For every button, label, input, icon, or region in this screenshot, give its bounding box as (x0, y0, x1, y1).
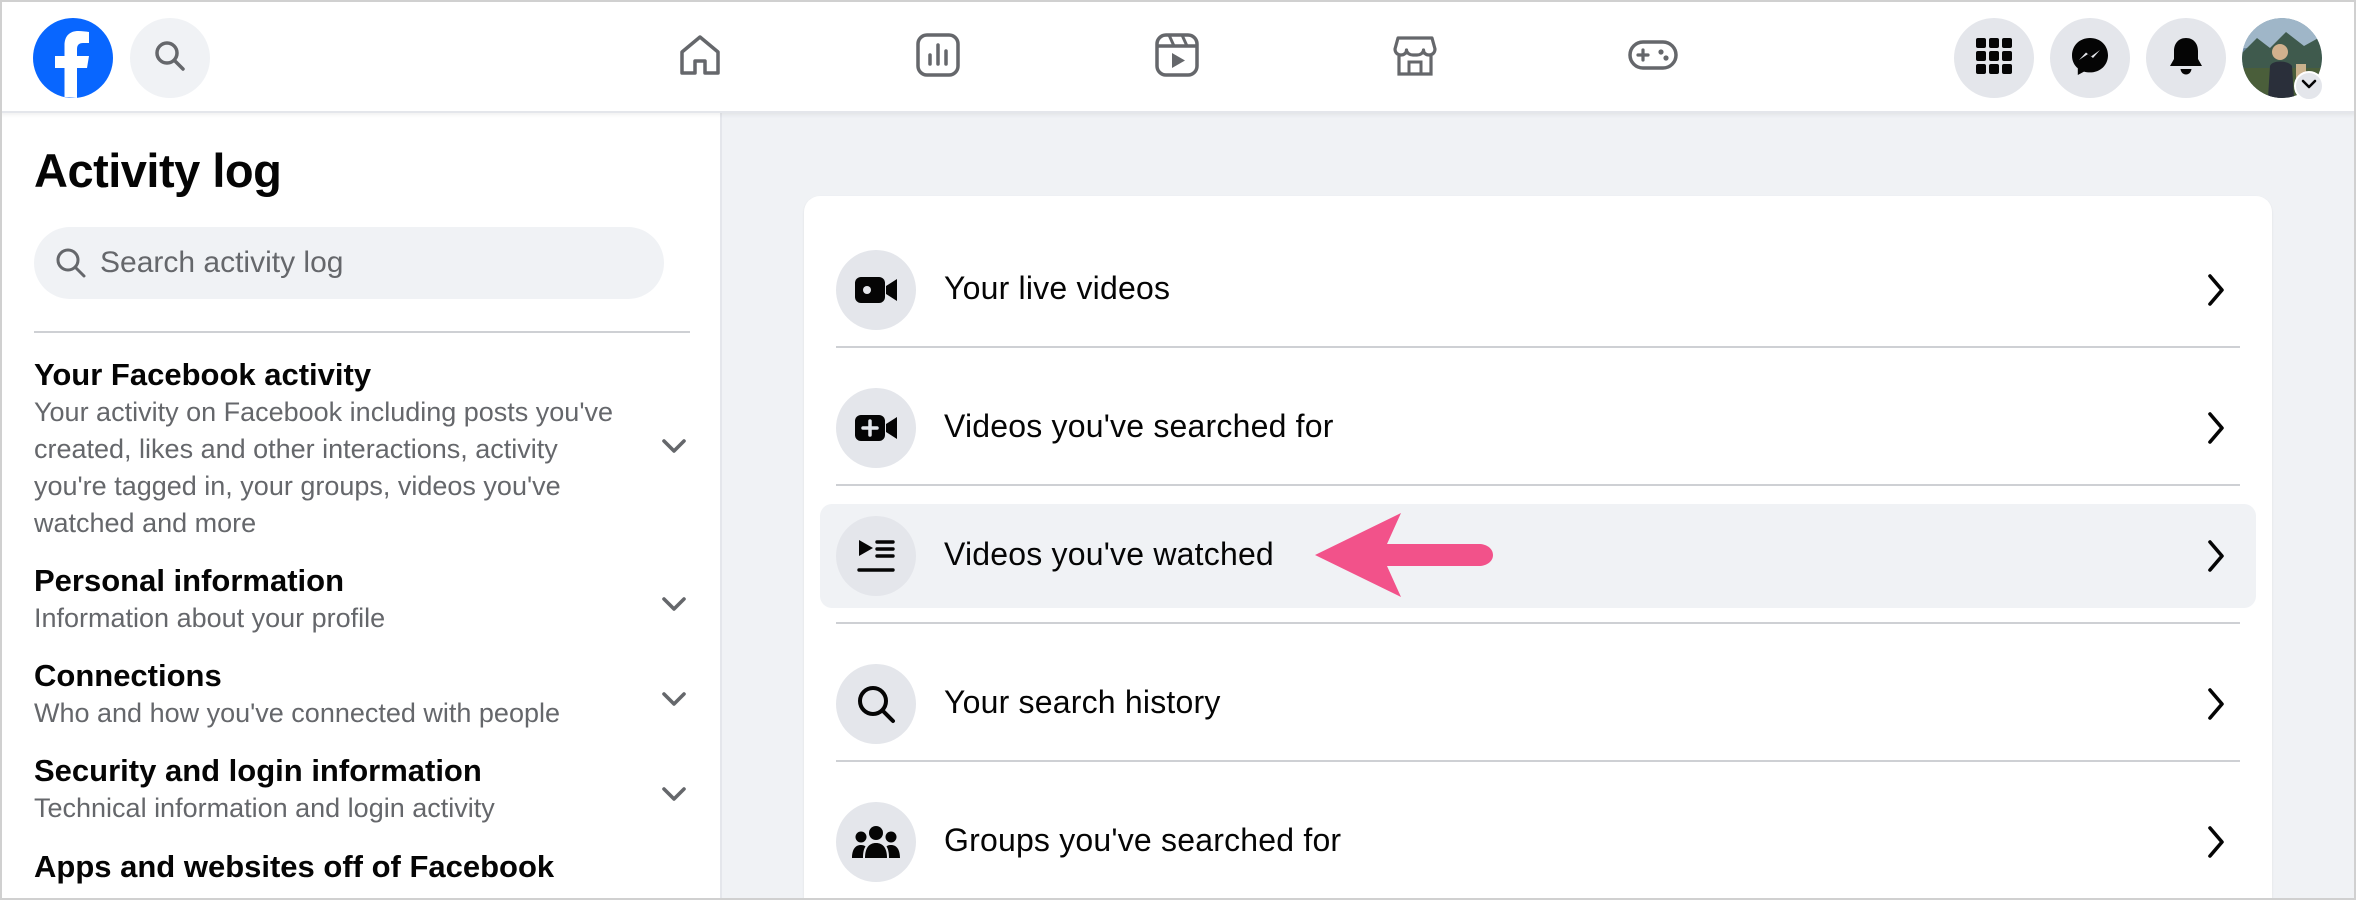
list-item-groups-searched[interactable]: Groups you've searched for (820, 790, 2256, 894)
chevron-down-icon (2301, 77, 2317, 95)
nav-feeds-button[interactable] (908, 27, 968, 87)
list-item-label: Your search history (944, 684, 1221, 720)
chevron-down-icon[interactable] (654, 774, 694, 814)
annotation-arrow-icon (1313, 510, 1495, 600)
live-video-camera-icon (836, 250, 916, 330)
divider (836, 484, 2240, 486)
section-title: Apps and websites off of Facebook (34, 849, 555, 884)
section-description: Technical information and login activity (34, 793, 495, 823)
section-title: Security and login information (34, 753, 482, 788)
section-your-facebook-activity[interactable]: Your Facebook activity Your activity on … (34, 356, 694, 542)
top-navigation-bar (0, 0, 2356, 113)
section-title: Your Facebook activity (34, 357, 372, 392)
account-menu-caret[interactable] (2294, 71, 2324, 101)
section-title: Connections (34, 658, 222, 693)
search-button[interactable] (130, 18, 210, 98)
section-description: Who and how you've connected with people (34, 698, 560, 728)
chevron-down-icon[interactable] (654, 426, 694, 466)
chevron-right-icon (2196, 534, 2236, 578)
section-apps-and-websites[interactable]: Apps and websites off of Facebook (34, 848, 694, 886)
video-icon (1152, 30, 1202, 85)
divider (836, 760, 2240, 762)
nav-video-button[interactable] (1147, 27, 1207, 87)
list-item-videos-searched[interactable]: Videos you've searched for (820, 376, 2256, 480)
feeds-chart-icon (913, 30, 963, 85)
list-item-label: Videos you've watched (944, 536, 1274, 572)
page-title: Activity log (34, 144, 282, 197)
groups-icon (836, 802, 916, 882)
nav-gaming-button[interactable] (1623, 27, 1683, 87)
chevron-down-icon[interactable] (654, 679, 694, 719)
list-item-videos-watched[interactable]: Videos you've watched (820, 504, 2256, 608)
menu-grid-icon (1974, 36, 2014, 81)
chevron-right-icon (2196, 406, 2236, 450)
list-item-label: Your live videos (944, 270, 1171, 306)
divider (836, 346, 2240, 348)
search-icon (836, 664, 916, 744)
section-description: Your activity on Facebook including post… (34, 397, 613, 538)
messenger-button[interactable] (2050, 18, 2130, 98)
divider (34, 331, 690, 333)
search-icon (153, 39, 187, 78)
nav-marketplace-button[interactable] (1385, 27, 1445, 87)
notifications-bell-icon (2166, 35, 2206, 82)
chevron-down-icon[interactable] (654, 584, 694, 624)
watched-videos-list-icon (836, 516, 916, 596)
chevron-right-icon (2196, 268, 2236, 312)
list-item-search-history[interactable]: Your search history (820, 652, 2256, 756)
nav-home-button[interactable] (670, 27, 730, 87)
home-icon (675, 30, 725, 85)
marketplace-store-icon (1390, 30, 1440, 85)
section-connections[interactable]: Connections Who and how you've connected… (34, 657, 694, 732)
activity-search-box[interactable] (34, 227, 664, 299)
gaming-controller-icon (1626, 30, 1680, 85)
chevron-right-icon (2196, 820, 2236, 864)
section-title: Personal information (34, 563, 345, 598)
notifications-button[interactable] (2146, 18, 2226, 98)
video-search-plus-icon (836, 388, 916, 468)
facebook-logo-icon[interactable] (33, 18, 113, 98)
list-item-your-live-videos[interactable]: Your live videos (820, 238, 2256, 342)
search-activity-input[interactable] (100, 246, 640, 280)
section-description: Information about your profile (34, 603, 386, 633)
section-personal-information[interactable]: Personal information Information about y… (34, 562, 694, 637)
search-icon (54, 246, 88, 280)
menu-button[interactable] (1954, 18, 2034, 98)
section-security-and-login[interactable]: Security and login information Technical… (34, 752, 694, 827)
messenger-icon (2069, 35, 2111, 82)
chevron-right-icon (2196, 682, 2236, 726)
activity-log-sidebar: Activity log Your Facebook activity Your… (0, 113, 722, 900)
activity-categories-card: Your live videos Videos you've searched … (804, 196, 2272, 900)
list-item-label: Groups you've searched for (944, 822, 1342, 858)
list-item-label: Videos you've searched for (944, 408, 1334, 444)
divider (836, 622, 2240, 624)
